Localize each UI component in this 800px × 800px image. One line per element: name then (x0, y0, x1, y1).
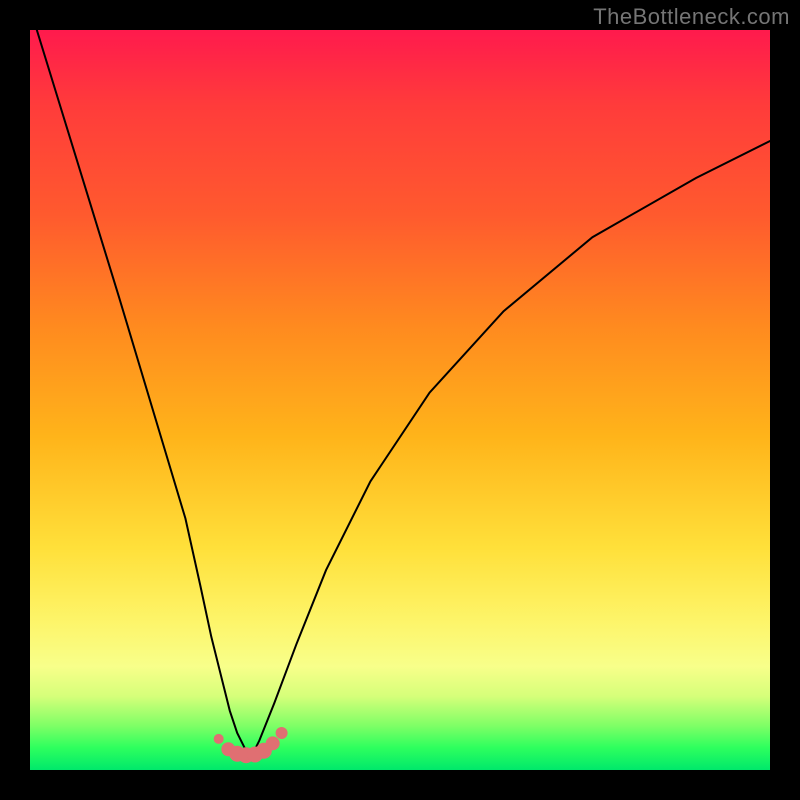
scatter-dot (214, 734, 224, 744)
plot-area (30, 30, 770, 770)
watermark-text: TheBottleneck.com (593, 4, 790, 30)
curve-left-curve (30, 30, 252, 755)
curve-right-curve (252, 141, 770, 755)
chart-container: TheBottleneck.com (0, 0, 800, 800)
plot-svg (30, 30, 770, 770)
scatter-dot (276, 727, 288, 739)
scatter-dot (266, 736, 280, 750)
